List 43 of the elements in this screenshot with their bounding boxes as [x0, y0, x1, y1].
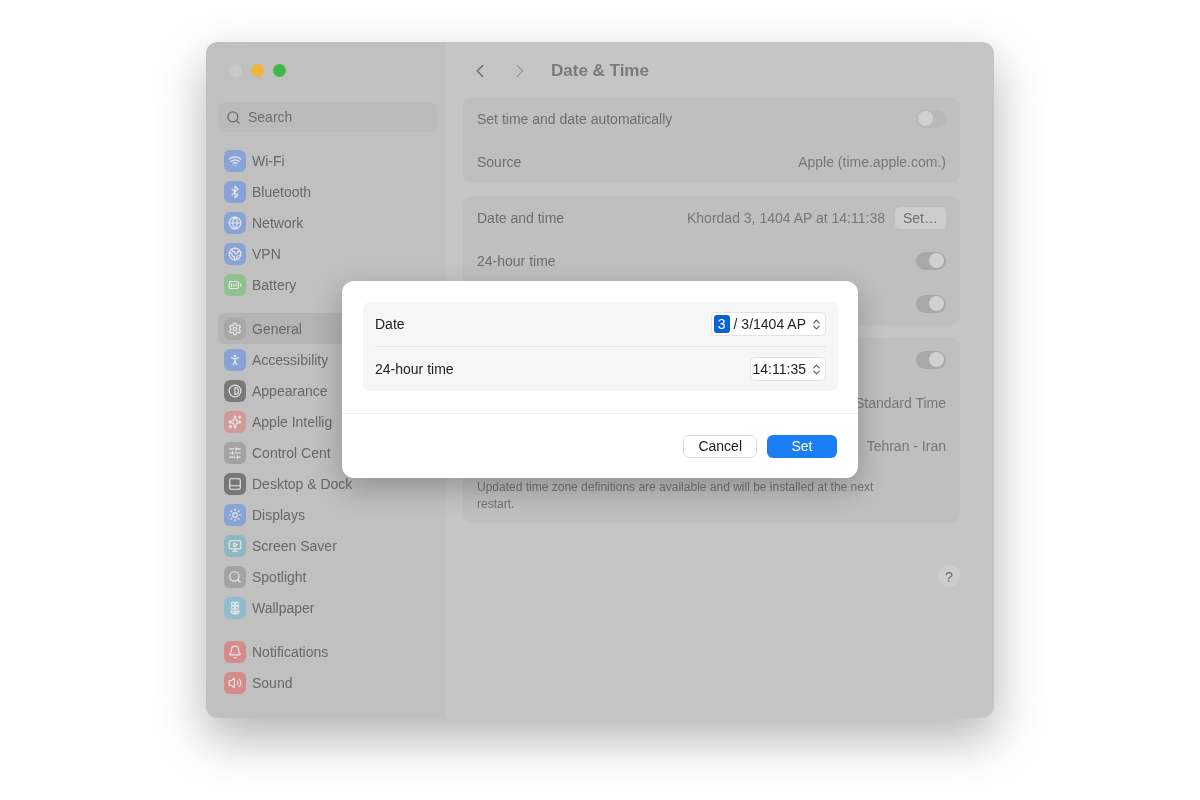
set-button[interactable]: Set [767, 434, 837, 458]
sidebar-item[interactable]: Battery [218, 269, 435, 300]
sidebar-item[interactable]: Control Cent [218, 437, 435, 468]
setting-label: Date and time [477, 209, 565, 226]
search-field[interactable]: Search [218, 102, 437, 132]
field-label: Date [375, 316, 405, 332]
setting-label: Set time and date automatically [477, 110, 673, 127]
stepper-icon[interactable] [810, 362, 823, 376]
sidebar-item[interactable]: Screen Saver [218, 530, 435, 561]
stepper-field[interactable]: 14:11:35 [749, 357, 826, 381]
sidebar-item[interactable]: Network [218, 207, 435, 238]
sidebar-item[interactable]: Wi-Fi [218, 145, 435, 176]
sidebar-item[interactable]: Sound [218, 667, 435, 698]
stepper-field[interactable]: 3 / 3/1404 AP [710, 312, 826, 336]
toggle-switch[interactable] [916, 109, 946, 128]
setting-value: Khordad 3, 1404 AP at 14:11:38 [687, 209, 885, 226]
note-text: Updated time zone definitions are available and will be installed at the next restart. [477, 479, 875, 513]
sidebar-item[interactable]: Appearance [218, 375, 435, 406]
setting-value: Tehran - Iran [866, 437, 946, 454]
stepper-icon[interactable] [810, 317, 823, 331]
sidebar-item[interactable]: Desktop & Dock [218, 468, 435, 499]
search-icon [226, 110, 241, 125]
page-title: Date & Time [551, 61, 649, 81]
help-button[interactable]: ? [938, 565, 960, 587]
sidebar-item[interactable]: Notifications [218, 636, 435, 667]
field-label: 24-hour time [375, 361, 454, 377]
setting-label: Source [477, 153, 522, 170]
window-control[interactable] [251, 63, 264, 77]
sidebar-item[interactable]: Displays [218, 499, 435, 530]
sidebar-item[interactable]: Bluetooth [218, 176, 435, 207]
sidebar-item[interactable]: Spotlight [218, 561, 435, 592]
toggle-switch[interactable] [916, 294, 946, 313]
window-control[interactable] [273, 63, 286, 77]
setting-value: Apple (time.apple.com.) [798, 153, 946, 170]
toggle-switch[interactable] [916, 251, 946, 270]
cancel-button[interactable]: Cancel [683, 434, 757, 458]
toggle-switch[interactable] [916, 350, 946, 369]
set-button[interactable]: Set… [895, 206, 946, 229]
setting-value: Standard Time [854, 394, 946, 411]
sidebar-item[interactable]: Apple Intellig [218, 406, 435, 437]
sidebar-item[interactable]: Wallpaper [218, 592, 435, 623]
sidebar-item[interactable]: VPN [218, 238, 435, 269]
setting-label: 24-hour time [477, 252, 556, 269]
